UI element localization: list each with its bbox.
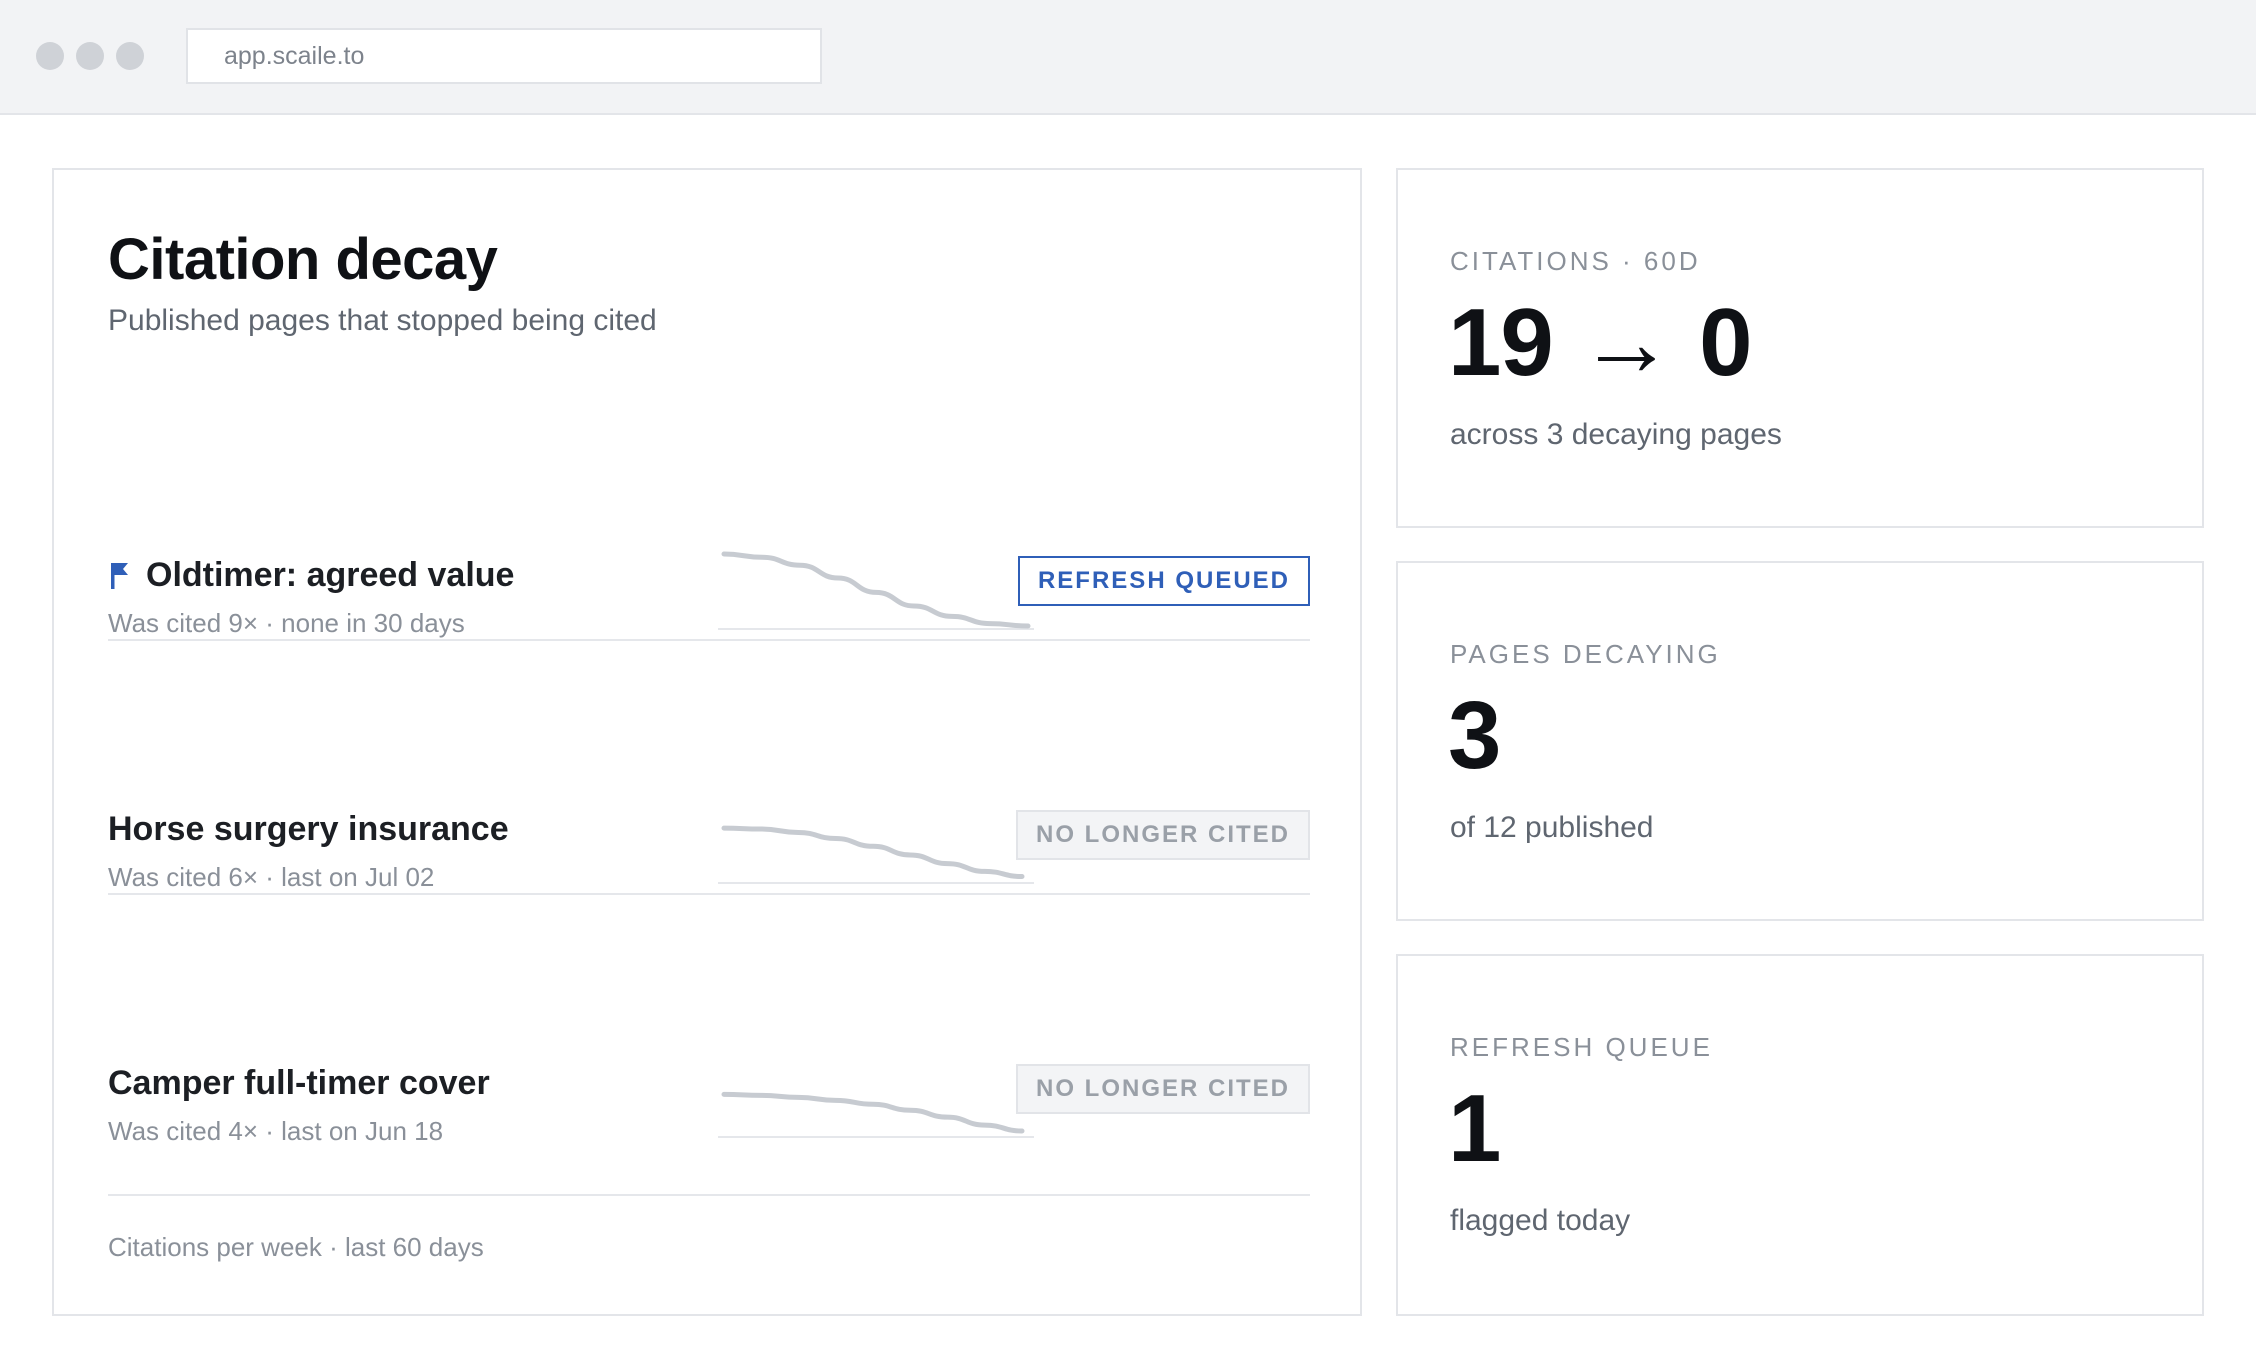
stat-card-pages-decaying: PAGES DECAYING 3 of 12 published [1396,561,2204,921]
row-title: Oldtimer: agreed value [146,556,515,594]
sparkline [718,825,1034,884]
stat-value: 3 [1448,682,1501,789]
footer-divider [108,1194,1310,1196]
decay-row[interactable]: Oldtimer: agreed value Was cited 9× · no… [108,551,1310,810]
stat-value: 1 [1448,1075,1501,1182]
row-title: Horse surgery insurance [108,810,509,848]
chart-caption: Citations per week · last 60 days [108,1232,484,1262]
panel-title: Citation decay [108,227,498,292]
stat-description: across 3 decaying pages [1450,418,1782,451]
sparkline-trend [721,825,1025,880]
row-title: Camper full-timer cover [108,1064,490,1102]
window-maximize-dot[interactable] [116,42,144,70]
row-meta: Was cited 9× · none in 30 days [108,608,465,638]
row-divider [108,639,1310,641]
stat-label: REFRESH QUEUE [1450,1032,1713,1062]
address-bar-url: app.scaile.to [224,41,365,70]
window-minimize-dot[interactable] [76,42,104,70]
row-meta: Was cited 4× · last on Jun 18 [108,1116,444,1146]
stat-description: flagged today [1450,1204,1631,1237]
citation-decay-panel: Citation decay Published pages that stop… [52,168,1362,1316]
refresh-queued-badge[interactable]: REFRESH QUEUED [1017,556,1310,606]
stat-label: CITATIONS · 60D [1450,246,1701,276]
row-meta: Was cited 6× · last on Jul 02 [108,862,435,892]
sparkline-trend [721,551,1031,629]
stat-card-refresh-queue: REFRESH QUEUE 1 flagged today [1396,954,2204,1316]
stat-card-citations: CITATIONS · 60D 19 → 0 across 3 decaying… [1396,168,2204,528]
address-bar[interactable]: app.scaile.to [186,28,822,84]
stat-label: PAGES DECAYING [1450,639,1721,669]
panel-subtitle: Published pages that stopped being cited [108,304,657,337]
no-longer-cited-badge: NO LONGER CITED [1015,1064,1310,1114]
flag-icon [111,562,128,589]
stat-value: 19 → 0 [1448,289,1753,396]
decay-row[interactable]: Horse surgery insurance Was cited 6× · l… [108,810,1310,1064]
window-close-dot[interactable] [36,42,64,70]
row-title-wrap: Oldtimer: agreed value [108,556,514,595]
browser-chrome: app.scaile.to [0,0,2256,115]
stat-description: of 12 published [1450,811,1654,844]
no-longer-cited-badge: NO LONGER CITED [1015,810,1310,860]
sparkline-trend [721,1091,1025,1134]
sparkline [718,1091,1034,1138]
decay-row[interactable]: Camper full-timer cover Was cited 4× · l… [108,1064,1310,1318]
sparkline [718,551,1034,630]
row-divider [108,893,1310,895]
